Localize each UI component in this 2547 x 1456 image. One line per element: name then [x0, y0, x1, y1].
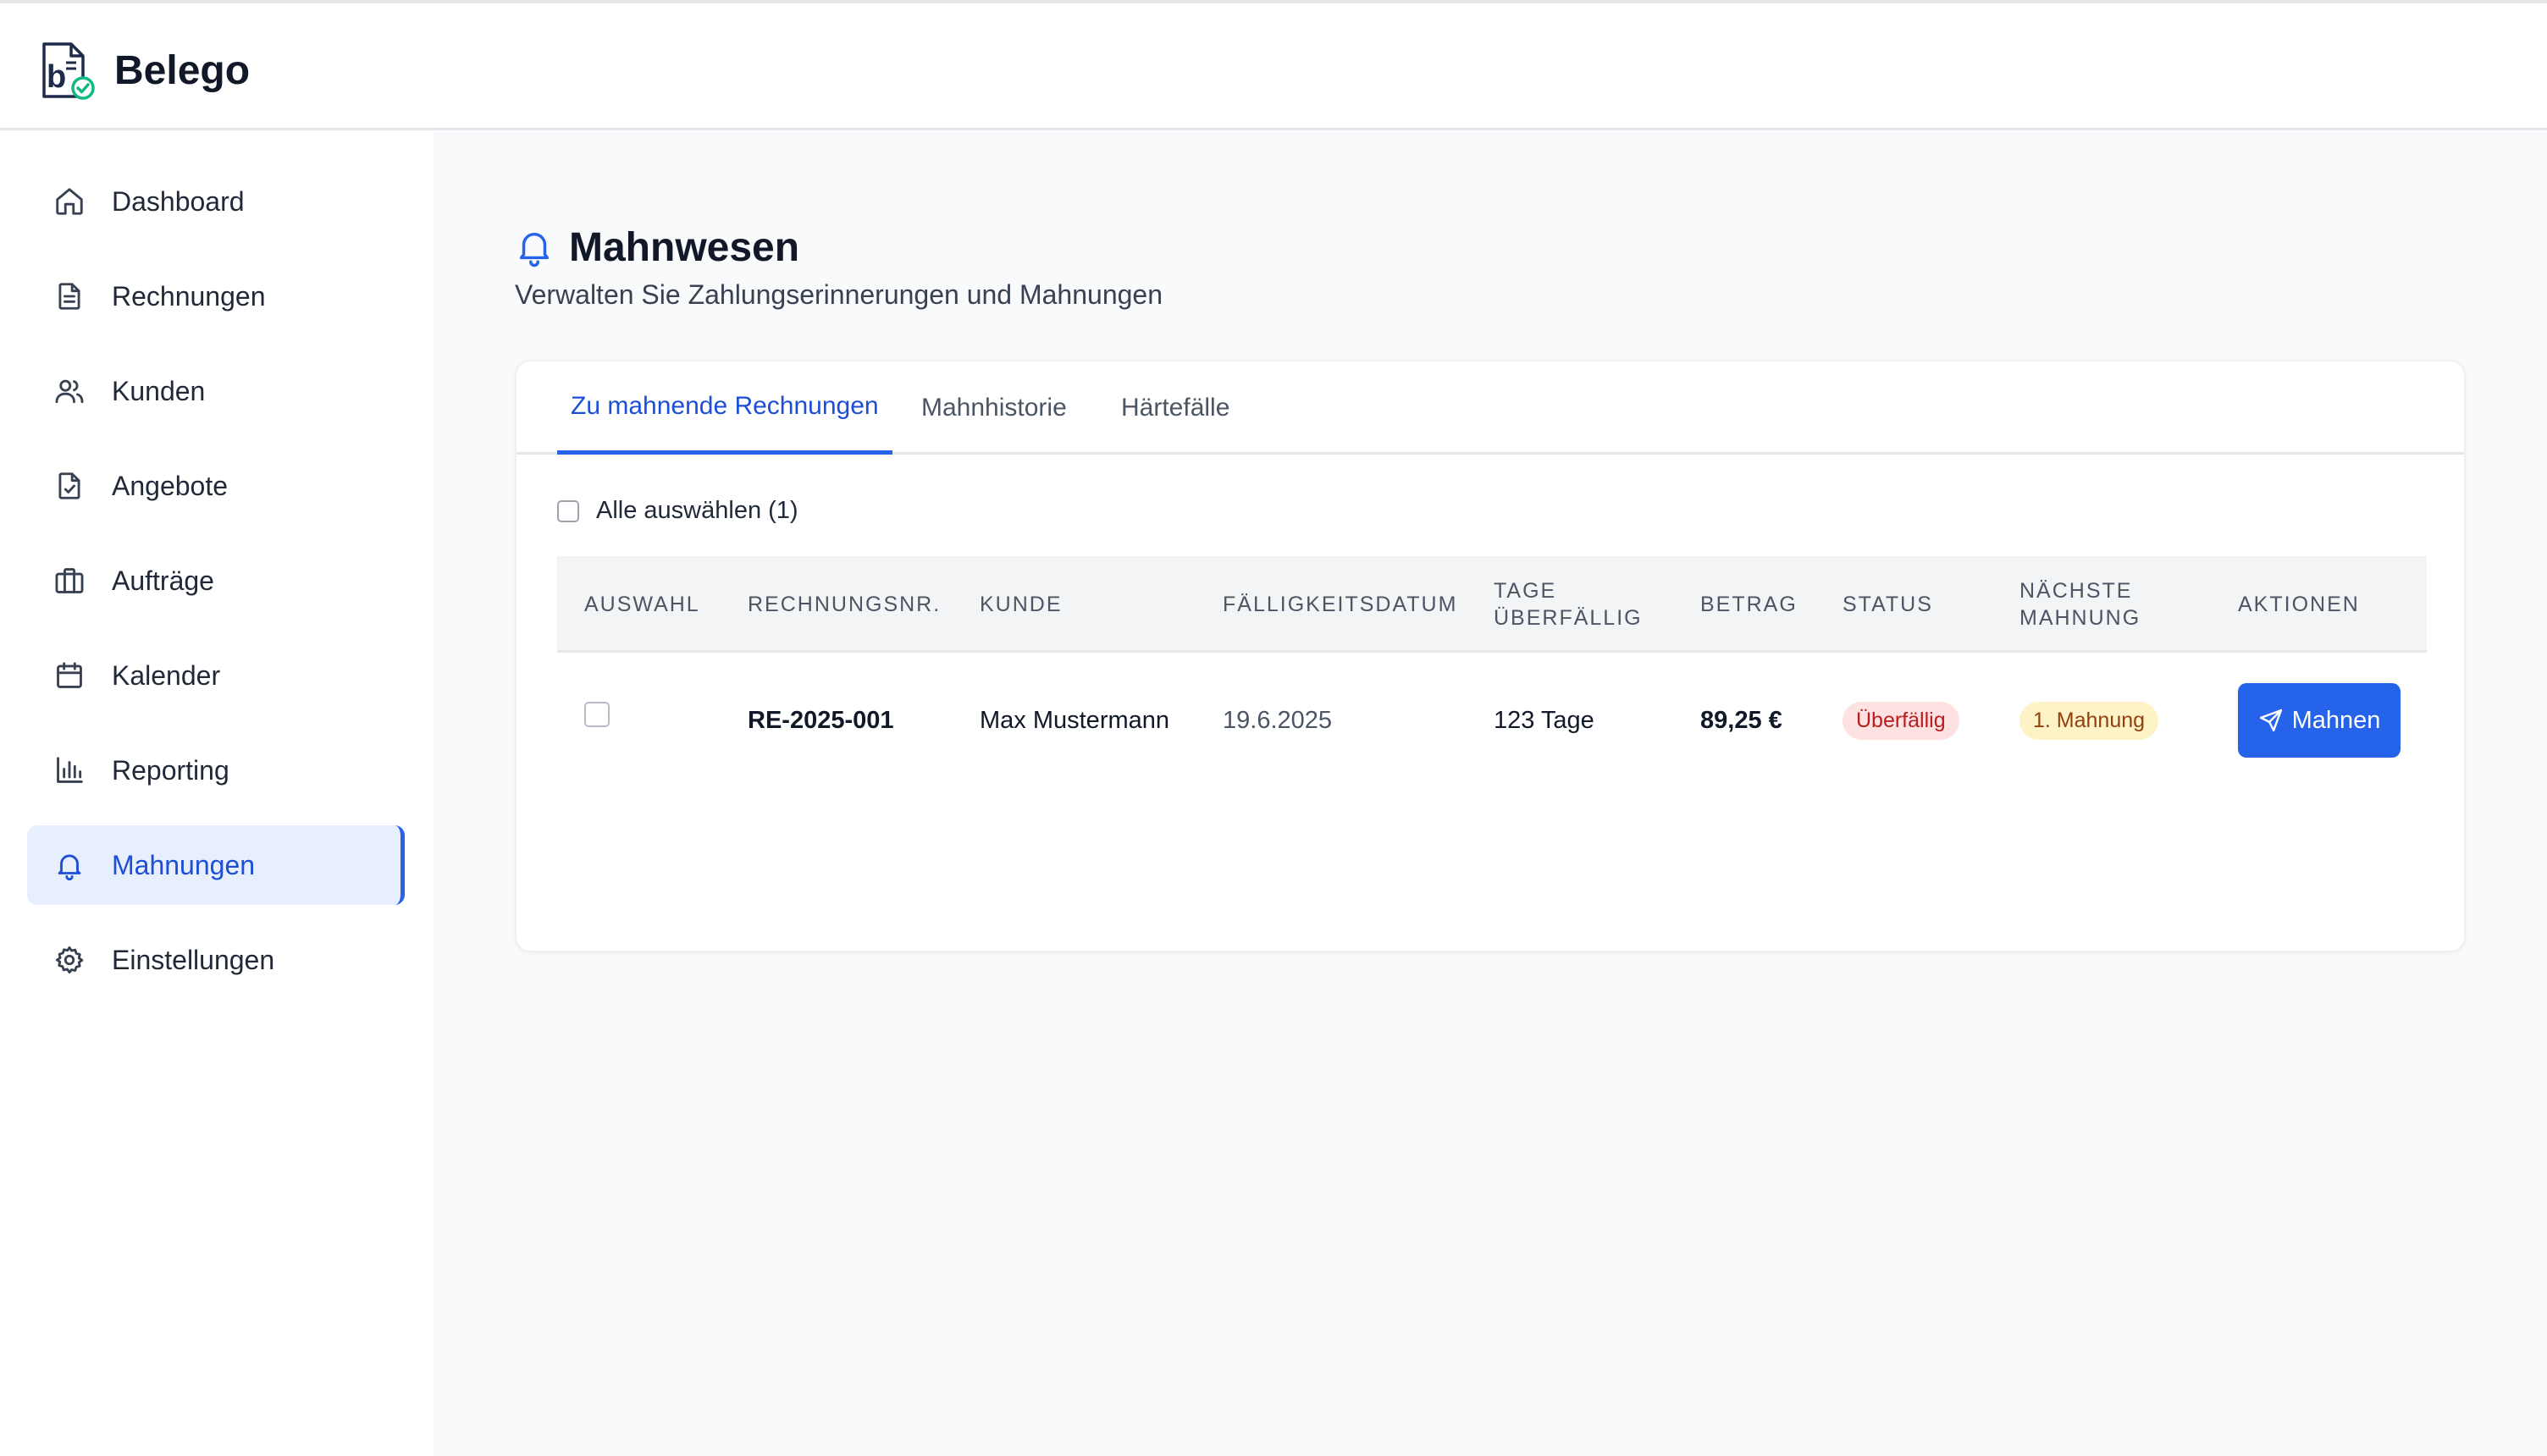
- sidebar-item-label: Einstellungen: [112, 944, 275, 975]
- page-header: Mahnwesen: [515, 218, 799, 277]
- mahnen-button-label: Mahnen: [2291, 706, 2381, 734]
- document-icon: [52, 279, 86, 313]
- page-title: Mahnwesen: [569, 224, 800, 270]
- sidebar-item-label: Mahnungen: [112, 849, 256, 880]
- logo-icon: b: [42, 42, 95, 100]
- gear-icon: [52, 943, 86, 977]
- page-subtitle: Verwalten Sie Zahlungserinnerungen und M…: [515, 279, 1163, 310]
- main-content: Mahnwesen Verwalten Sie Zahlungserinneru…: [434, 131, 2547, 1456]
- app-header: b Belego: [0, 3, 2547, 130]
- bell-icon: [52, 848, 86, 882]
- mahnen-button[interactable]: Mahnen: [2238, 683, 2401, 758]
- column-header-line: TAGE: [1494, 579, 1557, 603]
- column-header-faelligkeitsdatum: FÄLLIGKEITSDATUM: [1223, 593, 1458, 616]
- sidebar-item-label: Aufträge: [112, 565, 214, 596]
- tab-mahnhistorie[interactable]: Mahnhistorie: [921, 361, 1067, 455]
- dunning-card: Zu mahnende Rechnungen Mahnhistorie Härt…: [515, 360, 2466, 952]
- sidebar-item-label: Angebote: [112, 470, 229, 501]
- sidebar-item-label: Dashboard: [112, 185, 245, 217]
- invoice-table: AUSWAHL RECHNUNGSNR. KUNDE FÄLLIGKEITSDA…: [557, 556, 2427, 788]
- table-header: AUSWAHL RECHNUNGSNR. KUNDE FÄLLIGKEITSDA…: [557, 556, 2427, 653]
- column-header-tage-ueberfaellig: TAGE ÜBERFÄLLIG: [1494, 556, 1643, 653]
- tab-zu-mahnende-rechnungen[interactable]: Zu mahnende Rechnungen: [557, 361, 892, 455]
- sidebar-item-dashboard[interactable]: Dashboard: [27, 162, 405, 241]
- sidebar: Dashboard Rechnungen Kunden Angebote Auf…: [0, 131, 434, 1456]
- sidebar-item-mahnungen[interactable]: Mahnungen: [27, 825, 405, 905]
- sidebar-item-label: Reporting: [112, 754, 229, 786]
- bar-chart-icon: [52, 753, 86, 787]
- svg-text:b: b: [47, 59, 66, 95]
- select-all: Alle auswählen (1): [557, 497, 798, 525]
- sidebar-item-angebote[interactable]: Angebote: [27, 446, 405, 526]
- column-header-kunde: KUNDE: [980, 593, 1063, 616]
- invoice-number: RE-2025-001: [748, 706, 894, 734]
- table-row: RE-2025-001 Max Mustermann 19.6.2025 123…: [557, 653, 2427, 788]
- sidebar-item-kunden[interactable]: Kunden: [27, 351, 405, 431]
- sidebar-item-einstellungen[interactable]: Einstellungen: [27, 920, 405, 1000]
- column-header-line: ÜBERFÄLLIG: [1494, 606, 1643, 630]
- column-header-rechnungsnr: RECHNUNGSNR.: [748, 593, 942, 616]
- document-check-icon: [52, 469, 86, 503]
- status-badge: Überfällig: [1843, 701, 1959, 740]
- app-name: Belego: [114, 48, 251, 93]
- sidebar-item-reporting[interactable]: Reporting: [27, 731, 405, 810]
- column-header-auswahl: AUSWAHL: [584, 593, 700, 616]
- column-header-betrag: BETRAG: [1700, 593, 1798, 616]
- amount: 89,25 €: [1700, 706, 1782, 734]
- actions-cell: Mahnen: [2238, 653, 2401, 788]
- row-checkbox[interactable]: [584, 702, 610, 727]
- sidebar-item-label: Kunden: [112, 375, 206, 406]
- sidebar-item-auftraege[interactable]: Aufträge: [27, 541, 405, 620]
- briefcase-icon: [52, 564, 86, 598]
- next-dunning-badge: 1. Mahnung: [2019, 701, 2159, 740]
- select-all-label[interactable]: Alle auswählen (1): [596, 497, 798, 525]
- select-all-checkbox[interactable]: [557, 499, 579, 522]
- column-header-status: STATUS: [1843, 593, 1933, 616]
- tab-haertefaelle[interactable]: Härtefälle: [1121, 361, 1229, 455]
- bell-icon: [519, 232, 550, 267]
- row-select-cell: [584, 653, 610, 788]
- users-icon: [52, 374, 86, 408]
- sidebar-item-kalender[interactable]: Kalender: [27, 636, 405, 715]
- due-date: 19.6.2025: [1223, 706, 1333, 734]
- home-icon: [52, 185, 86, 218]
- tab-bar: Zu mahnende Rechnungen Mahnhistorie Härt…: [517, 361, 2464, 455]
- sidebar-item-label: Rechnungen: [112, 280, 266, 312]
- sidebar-item-rechnungen[interactable]: Rechnungen: [27, 256, 405, 336]
- column-header-aktionen: AKTIONEN: [2238, 593, 2360, 616]
- customer-name: Max Mustermann: [980, 706, 1170, 734]
- column-header-line: MAHNUNG: [2019, 606, 2141, 630]
- days-overdue: 123 Tage: [1494, 706, 1594, 734]
- status-cell: Überfällig: [1843, 653, 1959, 788]
- column-header-line: NÄCHSTE: [2019, 579, 2133, 603]
- calendar-icon: [52, 659, 86, 692]
- column-header-naechste-mahnung: NÄCHSTE MAHNUNG: [2019, 556, 2141, 653]
- sidebar-item-label: Kalender: [112, 659, 221, 691]
- send-icon: [2259, 709, 2282, 732]
- next-dunning-cell: 1. Mahnung: [2019, 653, 2159, 788]
